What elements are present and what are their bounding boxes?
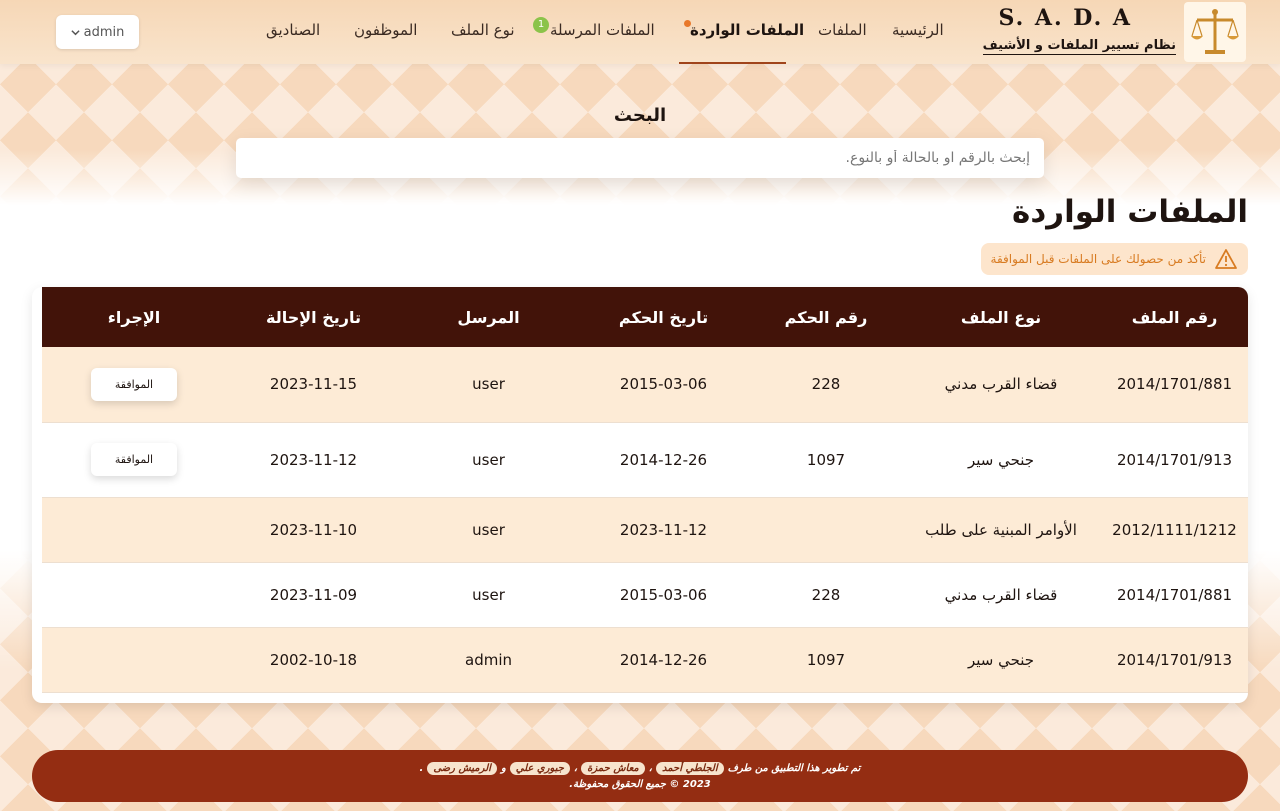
table-header-row: رقم الملف نوع الملف رقم الحكم تاريخ الحك…	[42, 287, 1248, 347]
cell-transfer-date: 2002-10-18	[226, 627, 401, 693]
cell-file-number: 2014/1701/913	[1101, 422, 1248, 498]
header-file-type[interactable]: نوع الملف	[901, 287, 1101, 347]
header-file-number[interactable]: رقم الملف	[1101, 287, 1248, 347]
sent-count-badge: 1	[533, 17, 549, 33]
nav-sent-files[interactable]: الملفات المرسلة	[550, 21, 655, 39]
cell-file-type: جنحي سير	[901, 627, 1101, 693]
cell-sender: admin	[401, 627, 576, 693]
footer-end: .	[419, 763, 424, 774]
cell-file-number: 2014/1701/881	[1101, 347, 1248, 423]
chevron-down-icon	[71, 29, 80, 35]
cell-file-type: الأوامر المبنية على طلب	[901, 497, 1101, 563]
footer-separator: ،	[648, 763, 653, 774]
brand-subtitle: نظام تسيير الملفات و الأشيف	[982, 38, 1176, 55]
cell-transfer-date: 2023-11-10	[226, 497, 401, 563]
cell-action: الموافقة	[42, 347, 226, 423]
cell-action	[42, 497, 226, 563]
footer-separator: ،	[573, 763, 578, 774]
cell-sender: user	[401, 347, 576, 423]
scales-of-justice-icon[interactable]	[1184, 2, 1246, 62]
header-sender[interactable]: المرسل	[401, 287, 576, 347]
header-ruling-number[interactable]: رقم الحكم	[751, 287, 901, 347]
nav-files[interactable]: الملفات	[818, 21, 867, 39]
footer-credits: تم تطوير هذا التطبيق من طرف الجلطي أحمد …	[419, 762, 861, 775]
cell-file-number: 2012/1111/1212	[1101, 497, 1248, 563]
cell-ruling-date: 2023-11-12	[576, 497, 751, 563]
cell-file-type: قضاء القرب مدني	[901, 562, 1101, 628]
approve-button[interactable]: الموافقة	[91, 443, 177, 476]
developer-name: الجلطي أحمد	[656, 762, 724, 775]
search-input[interactable]	[236, 138, 1044, 178]
cell-file-number: 2014/1701/881	[1101, 562, 1248, 628]
cell-action: الموافقة	[42, 422, 226, 498]
cell-file-number: 2014/1701/913	[1101, 627, 1248, 693]
incoming-files-table: رقم الملف نوع الملف رقم الحكم تاريخ الحك…	[42, 287, 1248, 693]
nav-home[interactable]: الرئيسية	[892, 21, 944, 39]
top-navbar: S. A. D. A نظام تسيير الملفات و الأشيف ا…	[0, 0, 1280, 64]
developer-name: معاش حمزة	[581, 762, 645, 775]
table-row: 2014/1701/881 قضاء القرب مدني 228 2015-0…	[42, 347, 1248, 423]
table-row: 2014/1701/881 قضاء القرب مدني 228 2015-0…	[42, 562, 1248, 628]
nav-employees[interactable]: الموظفون	[354, 21, 417, 39]
active-tab-underline	[679, 62, 786, 64]
footer-and: و	[500, 763, 506, 774]
nav-boxes[interactable]: الصناديق	[266, 21, 320, 39]
warning-text: تأكد من حصولك على الملفات قبل الموافقة	[990, 252, 1206, 266]
footer-copyright: 2023 © جميع الحقوق محفوظة.	[569, 779, 711, 790]
incoming-files-table-card: رقم الملف نوع الملف رقم الحكم تاريخ الحك…	[32, 287, 1248, 703]
cell-transfer-date: 2023-11-15	[226, 347, 401, 423]
footer: تم تطوير هذا التطبيق من طرف الجلطي أحمد …	[32, 750, 1248, 802]
cell-sender: user	[401, 422, 576, 498]
cell-transfer-date: 2023-11-12	[226, 422, 401, 498]
nav-incoming-files[interactable]: الملفات الواردة	[690, 21, 804, 39]
page-title: الملفات الواردة	[1012, 194, 1248, 230]
cell-ruling-number: 228	[751, 562, 901, 628]
table-row: 2014/1701/913 جنحي سير 1097 2014-12-26 u…	[42, 422, 1248, 498]
search-label: البحث	[613, 105, 667, 126]
header-action: الإجراء	[42, 287, 226, 347]
cell-transfer-date: 2023-11-09	[226, 562, 401, 628]
approval-warning: تأكد من حصولك على الملفات قبل الموافقة	[980, 243, 1248, 275]
developer-name: جبوري علي	[509, 762, 570, 775]
warning-triangle-icon	[1215, 249, 1237, 269]
cell-file-type: جنحي سير	[901, 422, 1101, 498]
cell-ruling-number: 228	[751, 347, 901, 423]
table-row: 2012/1111/1212 الأوامر المبنية على طلب 2…	[42, 497, 1248, 563]
cell-file-type: قضاء القرب مدني	[901, 347, 1101, 423]
cell-ruling-date: 2014-12-26	[576, 627, 751, 693]
cell-ruling-date: 2014-12-26	[576, 422, 751, 498]
cell-ruling-number: 1097	[751, 627, 901, 693]
cell-sender: user	[401, 562, 576, 628]
approve-button[interactable]: الموافقة	[91, 367, 177, 401]
cell-sender: user	[401, 497, 576, 563]
incoming-notification-dot	[684, 20, 691, 27]
cell-ruling-number	[751, 497, 901, 563]
nav-file-type[interactable]: نوع الملف	[451, 21, 515, 39]
cell-ruling-number: 1097	[751, 422, 901, 498]
brand-title: S. A. D. A	[998, 5, 1132, 31]
cell-action	[42, 562, 226, 628]
cell-ruling-date: 2015-03-06	[576, 347, 751, 423]
user-menu-select[interactable]: admin	[56, 15, 139, 49]
user-menu-value: admin	[83, 24, 125, 40]
cell-ruling-date: 2015-03-06	[576, 562, 751, 628]
header-transfer-date[interactable]: تاريخ الإحالة	[226, 287, 401, 347]
table-row: 2014/1701/913 جنحي سير 1097 2014-12-26 a…	[42, 627, 1248, 693]
header-ruling-date[interactable]: تاريخ الحكم	[576, 287, 751, 347]
cell-action	[42, 627, 226, 693]
footer-prefix: تم تطوير هذا التطبيق من طرف	[727, 763, 861, 774]
developer-name: الرميش رضى	[427, 762, 497, 775]
